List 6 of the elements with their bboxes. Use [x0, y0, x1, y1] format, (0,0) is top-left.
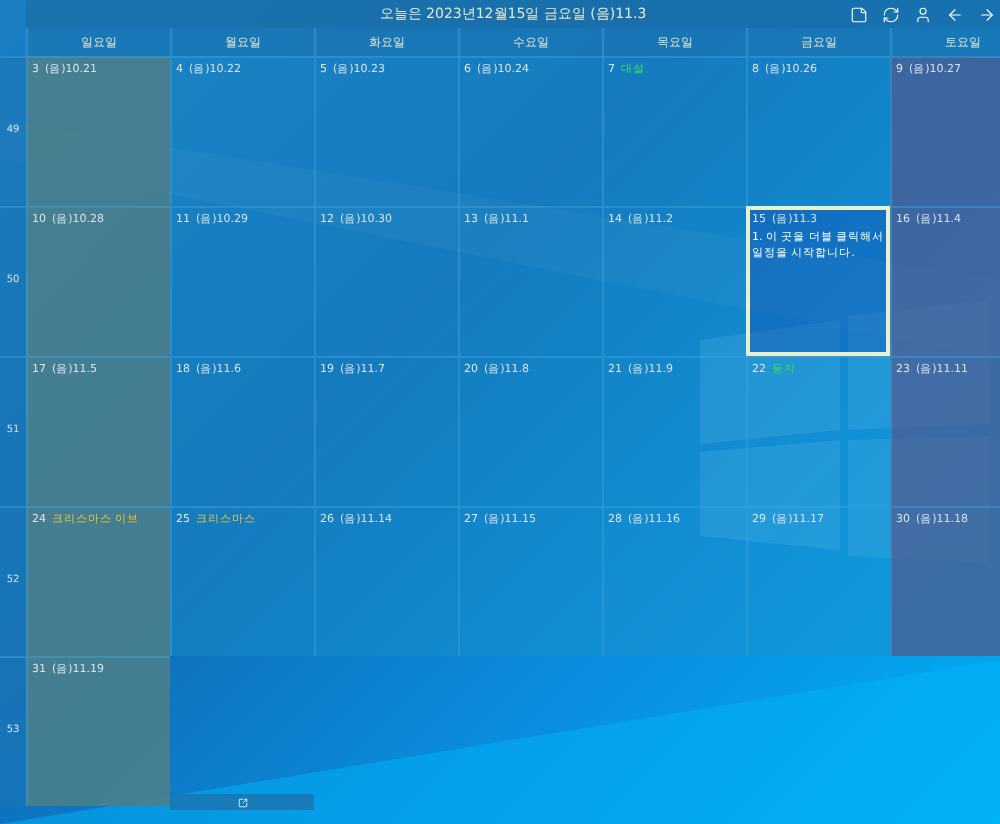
note-icon[interactable] — [848, 4, 868, 24]
refresh-icon[interactable] — [880, 4, 900, 24]
person-icon[interactable] — [912, 4, 932, 24]
back-arrow-icon[interactable] — [944, 4, 964, 24]
forward-arrow-icon[interactable] — [976, 4, 996, 24]
window-icon — [237, 797, 247, 807]
